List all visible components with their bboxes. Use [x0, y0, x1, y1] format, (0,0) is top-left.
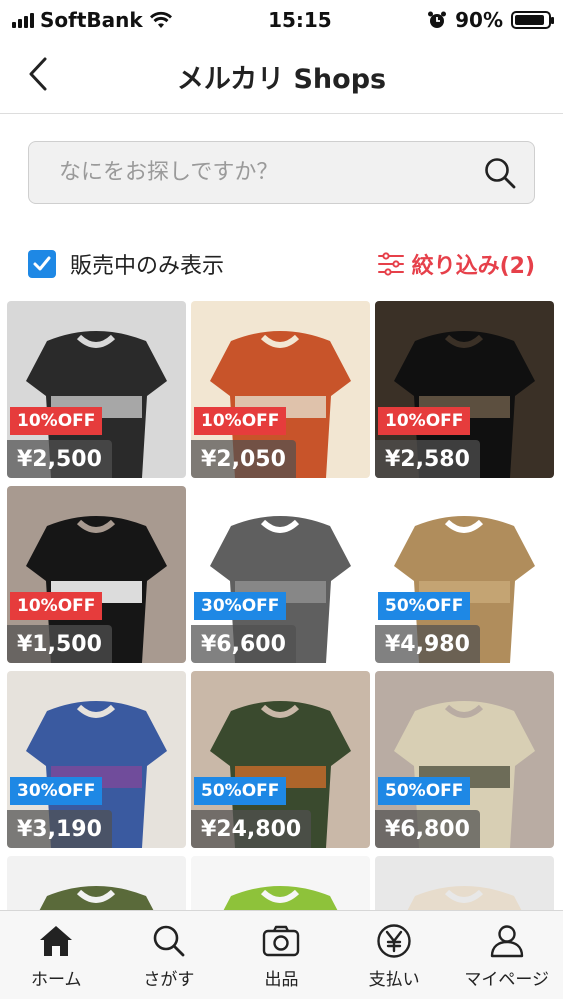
status-right: 90%: [427, 8, 554, 32]
home-icon: [36, 921, 76, 961]
product-card[interactable]: 10%OFF ¥2,500: [7, 301, 186, 478]
tab-label-home: ホーム: [31, 970, 82, 990]
tab-label-sell: 出品: [264, 970, 299, 990]
discount-badge: 30%OFF: [10, 777, 103, 805]
status-left: SoftBank: [12, 8, 173, 32]
tab-sell[interactable]: 出品: [225, 911, 338, 999]
price-label: ¥4,980: [375, 625, 480, 663]
price-label: ¥2,500: [7, 440, 112, 478]
refine-label: 絞り込み(2): [411, 254, 535, 279]
product-card[interactable]: 10%OFF ¥1,500: [7, 486, 186, 663]
product-card[interactable]: 30%OFF ¥6,600: [191, 486, 370, 663]
tab-label-mypage: マイページ: [464, 970, 549, 990]
back-button[interactable]: [18, 54, 58, 94]
page-title: メルカリ Shops: [176, 64, 387, 95]
discount-badge: 10%OFF: [10, 407, 103, 435]
sliders-icon: [377, 252, 404, 276]
price-label: ¥2,050: [191, 440, 296, 478]
tab-payment[interactable]: 支払い: [338, 911, 451, 999]
tab-label-search: さがす: [143, 970, 195, 990]
tab-mypage[interactable]: マイページ: [450, 911, 563, 999]
price-label: ¥24,800: [191, 810, 312, 848]
yen-icon: [374, 921, 414, 961]
chevron-left-icon: [29, 57, 47, 91]
battery-icon: [510, 11, 554, 29]
product-card[interactable]: [375, 856, 554, 910]
discount-badge: 10%OFF: [194, 407, 287, 435]
discount-badge: 50%OFF: [194, 777, 287, 805]
price-label: ¥1,500: [7, 625, 112, 663]
status-time: 15:15: [268, 8, 332, 32]
discount-badge: 50%OFF: [378, 592, 471, 620]
search-input[interactable]: [59, 160, 482, 185]
price-label: ¥6,800: [375, 810, 480, 848]
alarm-icon: [428, 11, 447, 28]
carrier-label: SoftBank: [40, 8, 143, 32]
product-card[interactable]: 10%OFF ¥2,050: [191, 301, 370, 478]
product-image: [7, 856, 186, 910]
product-grid: 10%OFF ¥2,500 10%OFF ¥2,050 10%OFF ¥2,580 10%O…: [7, 301, 556, 910]
on-sale-only-label: 販売中のみ表示: [70, 254, 225, 279]
tab-home[interactable]: ホーム: [0, 911, 113, 999]
product-card[interactable]: 50%OFF ¥4,980: [375, 486, 554, 663]
discount-badge: 10%OFF: [378, 407, 471, 435]
product-image: [191, 856, 370, 910]
person-icon: [487, 921, 527, 961]
price-label: ¥3,190: [7, 810, 112, 848]
tab-search[interactable]: さがす: [113, 911, 226, 999]
discount-badge: 50%OFF: [378, 777, 471, 805]
product-card[interactable]: [191, 856, 370, 910]
search-icon: [149, 921, 189, 961]
battery-percent: 90%: [455, 8, 503, 32]
on-sale-only-toggle[interactable]: 販売中のみ表示: [28, 248, 224, 280]
signal-icon: [12, 12, 34, 28]
product-card[interactable]: 30%OFF ¥3,190: [7, 671, 186, 848]
product-card[interactable]: 50%OFF ¥24,800: [191, 671, 370, 848]
wifi-icon: [149, 11, 172, 28]
discount-badge: 10%OFF: [10, 592, 103, 620]
on-sale-only-checkbox[interactable]: [28, 250, 56, 278]
product-image: [375, 856, 554, 910]
filter-row: 販売中のみ表示 絞り込み(2): [28, 244, 535, 284]
checkmark-icon: [33, 256, 51, 271]
search-bar[interactable]: [28, 141, 535, 204]
product-card[interactable]: 50%OFF ¥6,800: [375, 671, 554, 848]
product-card[interactable]: [7, 856, 186, 910]
discount-badge: 30%OFF: [194, 592, 287, 620]
nav-bar: メルカリ Shops: [0, 40, 563, 114]
refine-button[interactable]: 絞り込み(2): [377, 248, 535, 280]
camera-icon: [261, 921, 301, 961]
search-icon[interactable]: [482, 155, 518, 191]
product-card[interactable]: 10%OFF ¥2,580: [375, 301, 554, 478]
status-bar: SoftBank 15:15 90%: [0, 0, 563, 40]
price-label: ¥2,580: [375, 440, 480, 478]
price-label: ¥6,600: [191, 625, 296, 663]
tab-bar: ホーム さがす 出品 支払い マイページ: [0, 910, 563, 999]
battery-level: [514, 15, 544, 25]
tab-label-payment: 支払い: [368, 970, 420, 990]
